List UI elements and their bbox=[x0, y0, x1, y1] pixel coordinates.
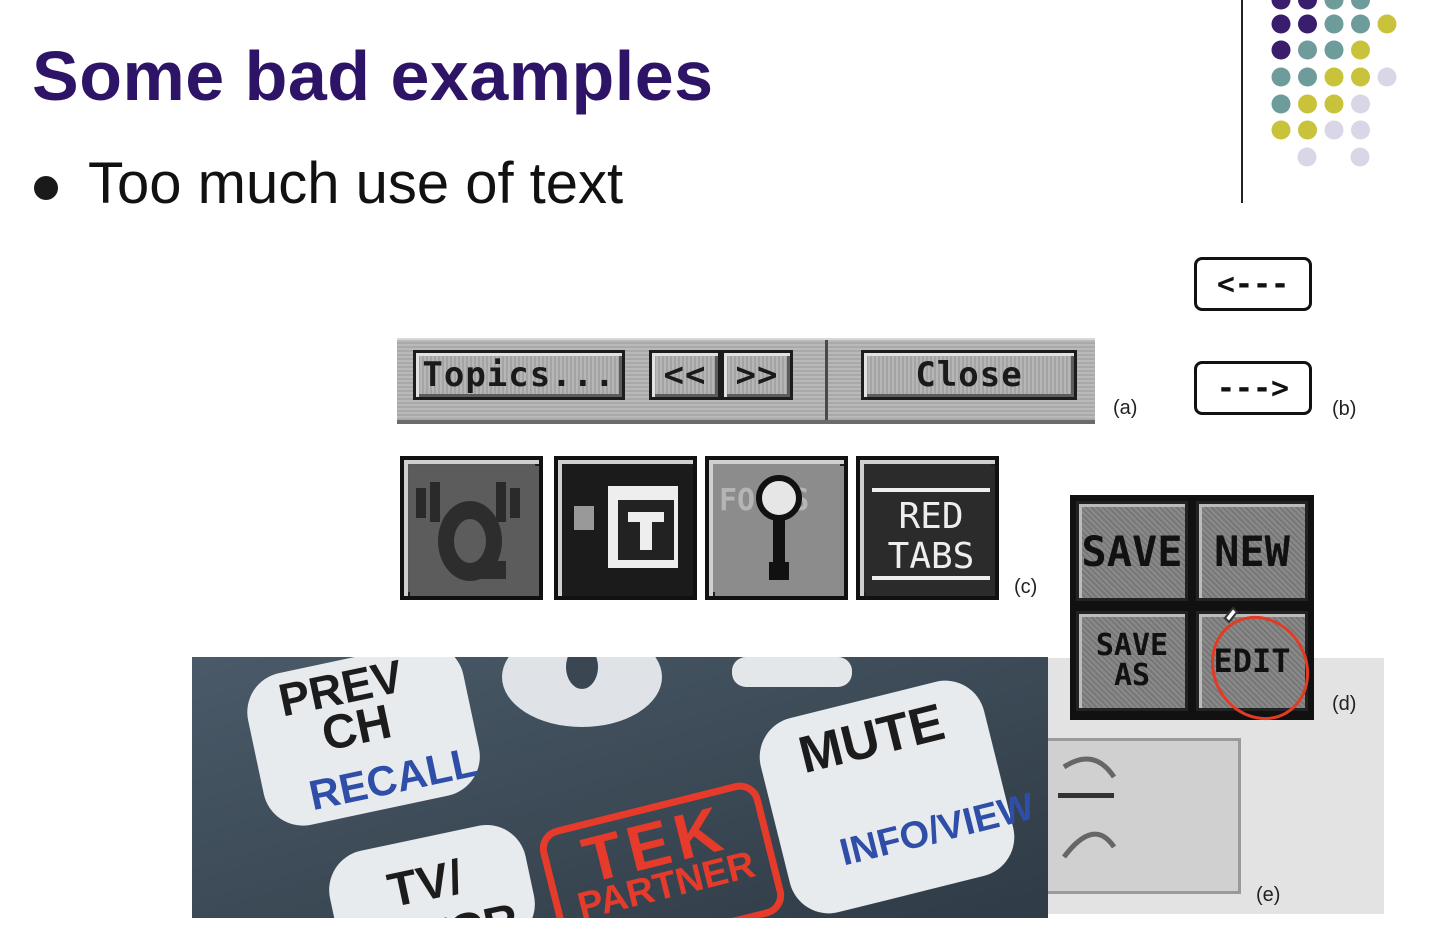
save-as-button[interactable]: SAVE AS bbox=[1076, 611, 1188, 711]
caption-b: (b) bbox=[1332, 398, 1357, 420]
red-tabs-icon-button[interactable]: RED TABS bbox=[856, 456, 999, 600]
decorative-dot bbox=[1324, 94, 1344, 114]
edit-highlight-circle bbox=[1210, 606, 1310, 721]
caption-c: (c) bbox=[1014, 576, 1038, 598]
decorative-dot bbox=[1351, 0, 1370, 10]
topics-button[interactable]: Topics... bbox=[413, 350, 625, 400]
decorative-dot bbox=[1351, 94, 1370, 114]
folder-t-icon-button[interactable] bbox=[554, 456, 697, 600]
caption-a: (a) bbox=[1113, 397, 1138, 419]
decorative-dot bbox=[1351, 120, 1370, 140]
decorative-dot bbox=[1298, 14, 1317, 34]
bullet-item: Too much use of text bbox=[34, 150, 623, 217]
caption-d: (d) bbox=[1332, 693, 1357, 715]
svg-text:TABS: TABS bbox=[888, 536, 975, 577]
decorative-dot bbox=[1298, 40, 1317, 60]
folder-t-icon bbox=[564, 466, 693, 596]
forward-arrow-button[interactable]: ---> bbox=[1194, 361, 1312, 415]
q-speaker-icon bbox=[410, 466, 539, 596]
decorative-dot bbox=[1324, 40, 1344, 60]
figure-e-inner-frame bbox=[1048, 738, 1241, 894]
decorative-dot bbox=[1297, 147, 1317, 167]
new-button[interactable]: NEW bbox=[1196, 501, 1308, 601]
decorative-dot bbox=[1271, 40, 1291, 60]
decorative-dot bbox=[1351, 67, 1370, 87]
caption-e: (e) bbox=[1256, 884, 1281, 906]
decorative-dot bbox=[1298, 67, 1317, 87]
decorative-dot bbox=[1324, 67, 1344, 87]
decorative-dot bbox=[1271, 120, 1291, 140]
decorative-dot bbox=[1271, 0, 1291, 10]
bullet-text: Too much use of text bbox=[88, 151, 624, 216]
decorative-dot bbox=[1271, 94, 1291, 114]
decorative-dot bbox=[1271, 67, 1291, 87]
decorative-dot bbox=[1298, 94, 1317, 114]
red-tabs-icon: RED TABS bbox=[866, 466, 995, 596]
decorative-dot bbox=[1351, 40, 1370, 60]
focus-magnifier-icon: FOCUS bbox=[715, 466, 844, 596]
bullet-icon bbox=[34, 175, 58, 200]
decorative-dot bbox=[1377, 67, 1397, 87]
forward-button[interactable]: >> bbox=[721, 350, 793, 400]
figure-e-glyph-icon bbox=[1058, 756, 1117, 859]
figure-a-toolbar: Topics... << >> Close bbox=[397, 338, 1095, 424]
decorative-dot bbox=[1324, 14, 1344, 34]
toolbar-separator bbox=[825, 340, 828, 420]
q-speaker-icon-button[interactable] bbox=[400, 456, 543, 600]
decorative-dot bbox=[1324, 120, 1344, 140]
decorative-dot bbox=[1351, 14, 1370, 34]
save-button[interactable]: SAVE bbox=[1076, 501, 1188, 601]
focus-magnifier-icon-button[interactable]: FOCUS bbox=[705, 456, 848, 600]
close-button[interactable]: Close bbox=[861, 350, 1077, 400]
slide-title: Some bad examples bbox=[32, 37, 714, 115]
decorative-dot bbox=[1298, 120, 1317, 140]
remote-control-photo: PREV CH RECALL MUTE INFO/VIEW TV/ VCR TE… bbox=[192, 657, 1048, 918]
decorative-divider-line bbox=[1241, 0, 1243, 203]
back-button[interactable]: << bbox=[649, 350, 721, 400]
back-arrow-button[interactable]: <--- bbox=[1194, 257, 1312, 311]
decorative-dot bbox=[1271, 14, 1291, 34]
decorative-dot bbox=[1298, 0, 1317, 10]
decorative-dot bbox=[1350, 147, 1370, 167]
svg-text:RED: RED bbox=[898, 496, 963, 537]
decorative-dot bbox=[1324, 0, 1344, 10]
decorative-dot bbox=[1377, 14, 1397, 34]
